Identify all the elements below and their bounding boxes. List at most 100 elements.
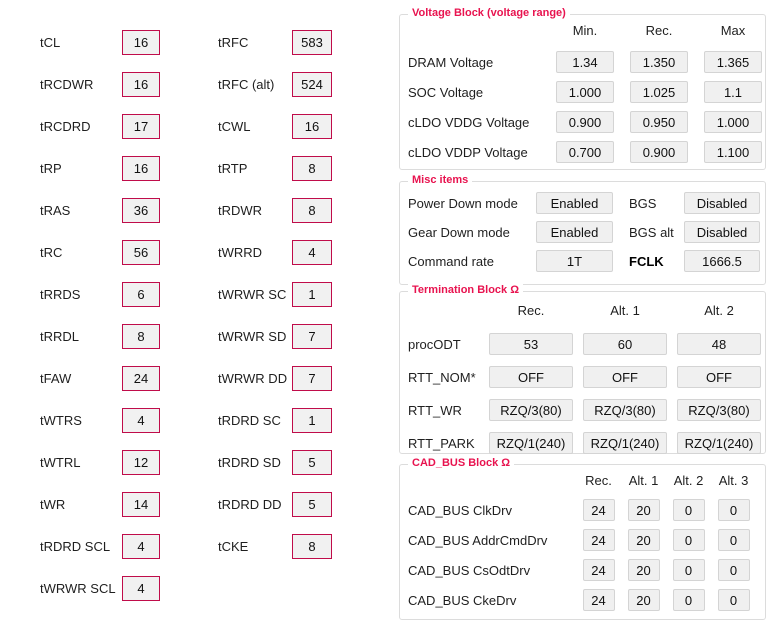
cad-bus-clkdrv-label: CAD_BUS ClkDrv <box>408 502 513 518</box>
timing-input-trrds[interactable]: 6 <box>122 282 160 307</box>
rtt-wr-rec-button[interactable]: RZQ/3(80) <box>489 399 573 421</box>
timing-input-trcdwr[interactable]: 16 <box>122 72 160 97</box>
cad-bus-clkdrv-alt3-button[interactable]: 0 <box>717 499 750 521</box>
voltage-block-title: Voltage Block (voltage range) <box>408 7 570 19</box>
termination-block-title: Termination Block Ω <box>408 284 524 296</box>
timing-input-trfc[interactable]: 583 <box>292 30 332 55</box>
cad-bus-addrcmddrv-label: CAD_BUS AddrCmdDrv <box>408 532 548 548</box>
procodt-alt2-button[interactable]: 48 <box>677 333 761 355</box>
cad-bus-addrcmddrv-rec-button[interactable]: 24 <box>582 529 615 551</box>
timing-input-trc[interactable]: 56 <box>122 240 160 265</box>
termination-block: Termination Block Ω Rec. Alt. 1 Alt. 2 p… <box>399 284 766 454</box>
timing-input-trtp[interactable]: 8 <box>292 156 332 181</box>
soc-voltage-rec-button[interactable]: 1.025 <box>630 81 688 103</box>
timing-label-trdrd-dd: tRDRD DD <box>218 497 282 512</box>
timing-label-trdrd-sc: tRDRD SC <box>218 413 281 428</box>
cad-bus-clkdrv-rec-button[interactable]: 24 <box>582 499 615 521</box>
rtt-park-rec-button[interactable]: RZQ/1(240) <box>489 432 573 454</box>
cad-bus-ckedrv-alt2-button[interactable]: 0 <box>672 589 705 611</box>
gear-down-mode-label: Gear Down mode <box>408 224 510 240</box>
misc-items-block: Misc items Power Down mode Enabled BGS D… <box>399 174 766 285</box>
rtt-nom-alt2-button[interactable]: OFF <box>677 366 761 388</box>
timing-input-trcdrd[interactable]: 17 <box>122 114 160 139</box>
procodt-alt1-button[interactable]: 60 <box>583 333 667 355</box>
rtt-park-alt2-button[interactable]: RZQ/1(240) <box>677 432 761 454</box>
cldo-vddp-rec-button[interactable]: 0.900 <box>630 141 688 163</box>
gear-down-mode-button[interactable]: Enabled <box>536 221 613 243</box>
cad-bus-addrcmddrv-alt1-button[interactable]: 20 <box>627 529 660 551</box>
timing-input-twrwr-sd[interactable]: 7 <box>292 324 332 349</box>
fclk-value-button[interactable]: 1666.5 <box>684 250 760 272</box>
timing-input-trfc-alt[interactable]: 524 <box>292 72 332 97</box>
cad-bus-addrcmddrv-alt2-button[interactable]: 0 <box>672 529 705 551</box>
bgs-label: BGS <box>629 195 657 211</box>
timing-input-trdrd-dd[interactable]: 5 <box>292 492 332 517</box>
rtt-nom-alt1-button[interactable]: OFF <box>583 366 667 388</box>
cad-bus-csodtdrv-alt2-button[interactable]: 0 <box>672 559 705 581</box>
cad-bus-addrcmddrv-alt3-button[interactable]: 0 <box>717 529 750 551</box>
cad-bus-ckedrv-rec-button[interactable]: 24 <box>582 589 615 611</box>
timing-input-trdrd-sd[interactable]: 5 <box>292 450 332 475</box>
timing-label-trtp: tRTP <box>218 161 248 176</box>
cad-bus-csodtdrv-alt3-button[interactable]: 0 <box>717 559 750 581</box>
cldo-vddp-max-button[interactable]: 1.100 <box>704 141 762 163</box>
rtt-park-alt1-button[interactable]: RZQ/1(240) <box>583 432 667 454</box>
procodt-rec-button[interactable]: 53 <box>489 333 573 355</box>
timing-input-tcl[interactable]: 16 <box>122 30 160 55</box>
timing-input-twrwr-scl[interactable]: 4 <box>122 576 160 601</box>
termination-header-alt1: Alt. 1 <box>610 303 640 318</box>
timing-input-twrwr-dd[interactable]: 7 <box>292 366 332 391</box>
timing-input-trrdl[interactable]: 8 <box>122 324 160 349</box>
timing-input-trdrd-sc[interactable]: 1 <box>292 408 332 433</box>
procodt-label: procODT <box>408 336 461 352</box>
soc-voltage-max-button[interactable]: 1.1 <box>704 81 762 103</box>
dram-voltage-max-button[interactable]: 1.365 <box>704 51 762 73</box>
command-rate-button[interactable]: 1T <box>536 250 613 272</box>
soc-voltage-min-button[interactable]: 1.000 <box>556 81 614 103</box>
cad-bus-header-alt1: Alt. 1 <box>628 473 659 488</box>
dram-voltage-rec-button[interactable]: 1.350 <box>630 51 688 73</box>
timing-input-twtrl[interactable]: 12 <box>122 450 160 475</box>
timing-label-trrdl: tRRDL <box>40 329 80 344</box>
timing-input-twr[interactable]: 14 <box>122 492 160 517</box>
cad-bus-ckedrv-alt1-button[interactable]: 20 <box>627 589 660 611</box>
termination-header-rec: Rec. <box>517 303 545 318</box>
cad-bus-csodtdrv-rec-button[interactable]: 24 <box>582 559 615 581</box>
timing-input-tras[interactable]: 36 <box>122 198 160 223</box>
timing-input-twrrd[interactable]: 4 <box>292 240 332 265</box>
rtt-wr-alt1-button[interactable]: RZQ/3(80) <box>583 399 667 421</box>
timing-label-twrwr-sd: tWRWR SD <box>218 329 287 344</box>
cldo-vddg-rec-button[interactable]: 0.950 <box>630 111 688 133</box>
bgs-button[interactable]: Disabled <box>684 192 760 214</box>
cldo-vddp-min-button[interactable]: 0.700 <box>556 141 614 163</box>
cad-bus-ckedrv-alt3-button[interactable]: 0 <box>717 589 750 611</box>
timing-label-trfc-alt: tRFC (alt) <box>218 77 275 92</box>
timing-input-trdwr[interactable]: 8 <box>292 198 332 223</box>
timing-label-trrds: tRRDS <box>40 287 81 302</box>
rtt-wr-label: RTT_WR <box>408 402 462 418</box>
timing-input-tcke[interactable]: 8 <box>292 534 332 559</box>
timing-input-twrwr-sc[interactable]: 1 <box>292 282 332 307</box>
dram-voltage-min-button[interactable]: 1.34 <box>556 51 614 73</box>
timing-input-trdrd-scl[interactable]: 4 <box>122 534 160 559</box>
voltage-header-max: Max <box>720 23 746 38</box>
bgs-alt-button[interactable]: Disabled <box>684 221 760 243</box>
voltage-header-min: Min. <box>572 23 598 38</box>
dram-voltage-label: DRAM Voltage <box>408 54 494 70</box>
cldo-vddg-max-button[interactable]: 1.000 <box>704 111 762 133</box>
cldo-vddg-min-button[interactable]: 0.900 <box>556 111 614 133</box>
cad-bus-clkdrv-alt1-button[interactable]: 20 <box>627 499 660 521</box>
rtt-wr-alt2-button[interactable]: RZQ/3(80) <box>677 399 761 421</box>
cad-bus-clkdrv-alt2-button[interactable]: 0 <box>672 499 705 521</box>
rtt-nom-rec-button[interactable]: OFF <box>489 366 573 388</box>
cad-bus-csodtdrv-alt1-button[interactable]: 20 <box>627 559 660 581</box>
timing-input-twtrs[interactable]: 4 <box>122 408 160 433</box>
power-down-mode-button[interactable]: Enabled <box>536 192 613 214</box>
cad-bus-block-title: CAD_BUS Block Ω <box>408 457 515 469</box>
timing-input-trp[interactable]: 16 <box>122 156 160 181</box>
timing-label-trp: tRP <box>40 161 62 176</box>
timing-input-tfaw[interactable]: 24 <box>122 366 160 391</box>
timing-input-tcwl[interactable]: 16 <box>292 114 332 139</box>
